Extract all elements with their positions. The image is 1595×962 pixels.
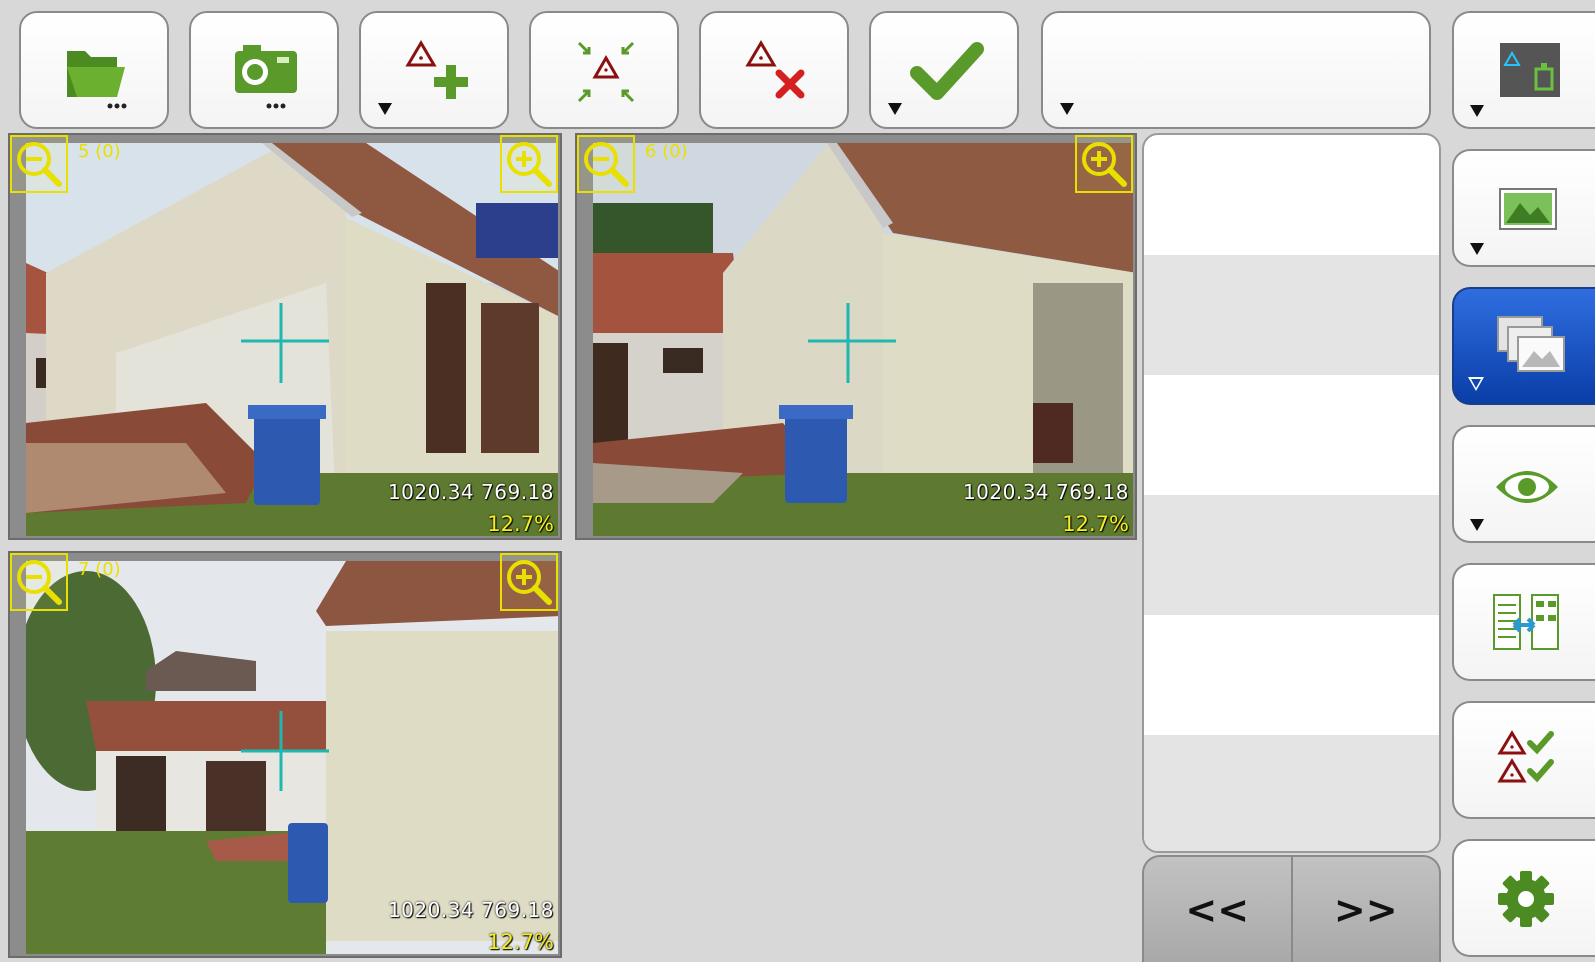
dropdown-arrow-icon [1060,103,1074,115]
compare-button[interactable] [1452,563,1595,681]
zoom-in-button[interactable] [500,553,558,611]
multi-image-button[interactable] [1452,287,1595,405]
zoom-out-icon [17,560,62,605]
image-viewer-3[interactable]: 7 (0) 1020.34 769.18 12.7% [8,551,562,958]
dropdown-arrow-icon [378,103,392,115]
add-point-button[interactable] [359,11,509,129]
zoom-level: 12.7% [487,930,554,954]
zoom-in-icon [1082,142,1127,187]
photo-house-center[interactable] [593,143,1133,536]
page-navigation: << >> [1142,855,1441,962]
zoom-in-button[interactable] [500,135,558,193]
collapse-point-icon [577,41,635,103]
list-item[interactable] [1144,495,1439,615]
gear-icon [1498,871,1554,927]
dropdown-arrow-icon [1470,105,1484,117]
dropdown-arrow-icon [888,103,902,115]
zoom-in-icon [507,142,552,187]
list-item[interactable] [1144,135,1439,255]
image-index-label: 6 (0) [645,141,688,162]
zoom-out-icon [584,142,629,187]
delete-point-button[interactable] [699,11,849,129]
validate-points-icon [1497,730,1554,783]
previous-page-button[interactable]: << [1144,857,1291,962]
zoom-in-icon [507,560,552,605]
folder-open-icon [67,51,127,109]
zoom-out-button[interactable] [577,135,635,193]
list-item[interactable] [1144,255,1439,375]
image-index-label: 5 (0) [78,141,121,162]
image-viewer-1[interactable]: 5 (0) 1020.34 769.18 12.7% [8,133,562,540]
open-folder-button[interactable] [19,11,169,129]
dropdown-arrow-icon [1468,377,1484,391]
point-list[interactable] [1142,133,1441,853]
image-viewer-2[interactable]: 6 (0) 1020.34 769.18 12.7% [575,133,1137,540]
image-index-label: 7 (0) [78,559,121,580]
search-combo[interactable] [1041,11,1431,129]
camera-icon [235,45,297,109]
zoom-level: 12.7% [1062,512,1129,536]
cursor-coordinates: 1020.34 769.18 [387,898,554,922]
zoom-out-button[interactable] [10,553,68,611]
accept-button[interactable] [869,11,1019,129]
list-item[interactable] [1144,375,1439,495]
dropdown-arrow-icon [1470,519,1484,531]
cursor-coordinates: 1020.34 769.18 [387,480,554,504]
camera-button[interactable] [189,11,339,129]
zoom-out-icon [17,142,62,187]
zoom-level: 12.7% [487,512,554,536]
center-point-button[interactable] [529,11,679,129]
next-page-button[interactable]: >> [1290,857,1440,962]
photo-house-left[interactable] [26,143,558,536]
dropdown-arrow-icon [1470,243,1484,255]
list-item[interactable] [1144,615,1439,735]
validate-points-button[interactable] [1452,701,1595,819]
photo-house-yard[interactable] [26,561,558,954]
delete-point-icon [745,40,805,99]
image-button[interactable] [1452,149,1595,267]
list-item[interactable] [1144,735,1439,851]
zoom-out-button[interactable] [10,135,68,193]
settings-button[interactable] [1452,839,1595,957]
compare-tables-icon [1493,594,1559,650]
point-image-view-button[interactable] [1452,11,1595,129]
visibility-button[interactable] [1452,425,1595,543]
zoom-in-button[interactable] [1075,135,1133,193]
cursor-coordinates: 1020.34 769.18 [962,480,1129,504]
